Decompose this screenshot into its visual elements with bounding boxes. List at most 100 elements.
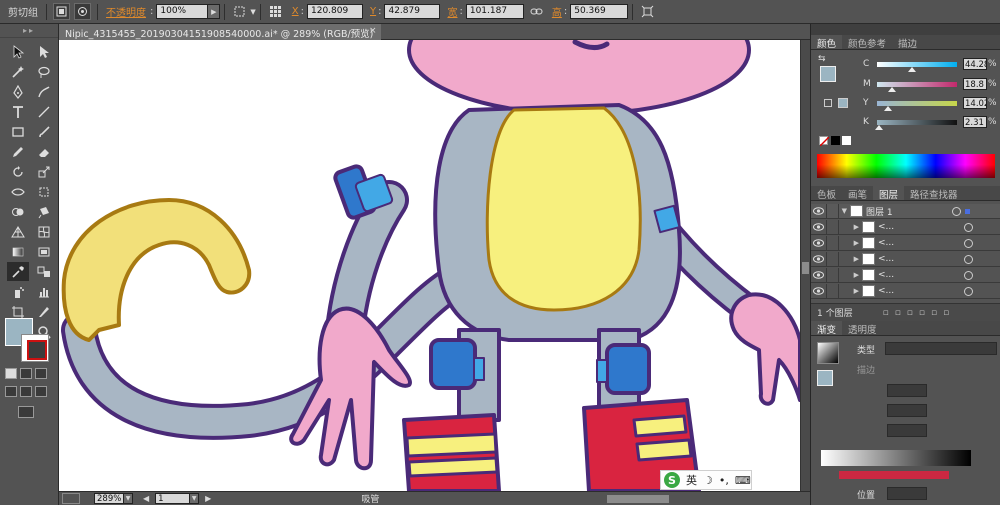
slider-value-input[interactable]: 44.28 (963, 58, 987, 70)
angle-input[interactable] (887, 384, 927, 397)
shape-builder-tool-icon[interactable] (7, 202, 29, 221)
rectangle-tool-icon[interactable] (7, 122, 29, 141)
blend-tool-icon[interactable] (33, 262, 55, 281)
location-input[interactable] (887, 424, 927, 437)
slider-track[interactable] (877, 81, 957, 92)
column-graph-tool-icon[interactable] (33, 282, 55, 301)
isolate-group-icon[interactable] (53, 3, 70, 20)
chevron-right-icon[interactable]: ▶ (839, 271, 859, 279)
tab-color-guide[interactable]: 颜色参考 (842, 35, 892, 50)
selection-tool-icon[interactable] (7, 42, 29, 61)
color-mode-button[interactable] (5, 368, 17, 379)
eyedropper-tool-icon-alt[interactable] (33, 242, 55, 261)
position-input[interactable] (887, 487, 927, 500)
reference-point-icon[interactable] (267, 3, 284, 20)
color-spectrum[interactable] (817, 154, 995, 178)
opacity-label[interactable]: 不透明度 (102, 4, 150, 19)
fill-stroke-swatches[interactable] (5, 318, 53, 364)
width-label[interactable]: 宽 (440, 4, 459, 19)
layer-name[interactable]: <... (878, 270, 956, 280)
tab-stroke[interactable]: 描边 (892, 35, 923, 50)
scale-tool-icon[interactable] (33, 162, 55, 181)
link-proportions-icon[interactable] (528, 3, 545, 20)
slider-thumb[interactable] (908, 66, 917, 72)
magic-wand-tool-icon[interactable] (7, 62, 29, 81)
moon-icon[interactable]: ☽ (703, 474, 713, 487)
layer-name[interactable]: 图层 1 (866, 205, 944, 218)
screen-mode-icon[interactable] (18, 406, 34, 418)
lock-toggle[interactable] (826, 219, 839, 235)
slider-y[interactable]: Y 14.02 % (863, 97, 999, 111)
keyboard-icon[interactable]: ⌨ (735, 474, 751, 487)
eyedropper-tool-icon[interactable] (7, 262, 29, 281)
scrollbar-thumb[interactable] (802, 262, 809, 274)
layer-name[interactable]: <... (878, 286, 956, 296)
width-input[interactable]: 101.187 (465, 4, 524, 19)
pen-tool-icon[interactable] (7, 82, 29, 101)
layer-row[interactable]: ▼ 图层 1 (811, 203, 1000, 219)
layer-name[interactable]: <... (878, 254, 956, 264)
gradient-type-dropdown[interactable] (885, 342, 997, 355)
slider-m[interactable]: M 18.8 % (863, 78, 999, 92)
opacity-input[interactable]: 100% (156, 4, 209, 19)
layer-name[interactable]: <... (878, 222, 956, 232)
document-tab[interactable]: Nipic_4315455_20190304151908540000.ai* @… (59, 24, 381, 40)
lock-toggle[interactable] (826, 251, 839, 267)
draw-behind-button[interactable] (20, 386, 32, 397)
eye-icon[interactable] (811, 204, 826, 219)
none-swatch[interactable] (819, 136, 829, 146)
draw-inside-button[interactable] (35, 386, 47, 397)
tab-brushes[interactable]: 画笔 (842, 186, 873, 201)
chevron-right-icon[interactable]: ▶ (839, 223, 859, 231)
rotate-tool-icon[interactable] (7, 162, 29, 181)
monkey-artwork[interactable] (59, 40, 800, 491)
gamut-color-chip[interactable] (838, 98, 848, 108)
eye-icon[interactable] (811, 252, 826, 267)
layer-name[interactable]: <... (878, 238, 956, 248)
symbol-sprayer-tool-icon[interactable] (7, 282, 29, 301)
transform-icon[interactable] (639, 3, 656, 20)
canvas[interactable] (59, 40, 800, 491)
free-transform-tool-icon[interactable] (33, 182, 55, 201)
eye-icon[interactable] (811, 284, 826, 299)
horizontal-scroll-thumb[interactable] (607, 495, 669, 503)
y-input[interactable]: 42.879 (384, 4, 441, 19)
lock-toggle[interactable] (826, 203, 839, 219)
lock-toggle[interactable] (826, 267, 839, 283)
transform-reference-icon[interactable] (231, 3, 248, 20)
layer-row[interactable]: ▶ <... (811, 219, 1000, 235)
eye-icon[interactable] (811, 236, 826, 251)
slider-track[interactable] (877, 61, 957, 72)
slider-value-input[interactable]: 18.8 (963, 78, 987, 90)
lock-toggle[interactable] (826, 283, 839, 299)
target-icon[interactable] (964, 254, 973, 264)
gradient-preview[interactable] (817, 342, 839, 364)
artboard-input[interactable]: 1 (155, 493, 191, 504)
x-label[interactable]: X (286, 6, 301, 17)
draw-normal-button[interactable] (5, 386, 17, 397)
width-tool-icon[interactable] (7, 182, 29, 201)
tab-pathfinder[interactable]: 路径查找器 (904, 186, 964, 201)
black-swatch[interactable] (831, 136, 840, 145)
tab-color[interactable]: 颜色 (811, 35, 843, 50)
chevron-right-icon[interactable]: ▶ (839, 287, 859, 295)
none-mode-button[interactable] (35, 368, 47, 379)
vertical-scrollbar[interactable] (800, 40, 810, 491)
layer-row[interactable]: ▶ <... (811, 267, 1000, 283)
slider-track[interactable] (877, 100, 957, 111)
height-label[interactable]: 高 (547, 4, 564, 19)
white-swatch[interactable] (842, 136, 851, 145)
ime-language-toggle[interactable]: 英 (686, 472, 697, 488)
target-icon[interactable] (964, 270, 973, 280)
aspect-input[interactable] (887, 404, 927, 417)
slider-thumb[interactable] (888, 86, 897, 92)
slider-c[interactable]: C 44.28 % (863, 58, 999, 72)
close-icon[interactable]: × (369, 26, 377, 36)
swap-colors-icon[interactable]: ⇆ (818, 54, 828, 64)
layer-row[interactable]: ▶ <... (811, 251, 1000, 267)
layer-row[interactable]: ▶ <... (811, 235, 1000, 251)
y-label[interactable]: Y (363, 6, 378, 17)
target-icon[interactable] (964, 238, 973, 248)
perspective-grid-tool-icon[interactable] (7, 222, 29, 241)
curvature-tool-icon[interactable] (33, 82, 55, 101)
